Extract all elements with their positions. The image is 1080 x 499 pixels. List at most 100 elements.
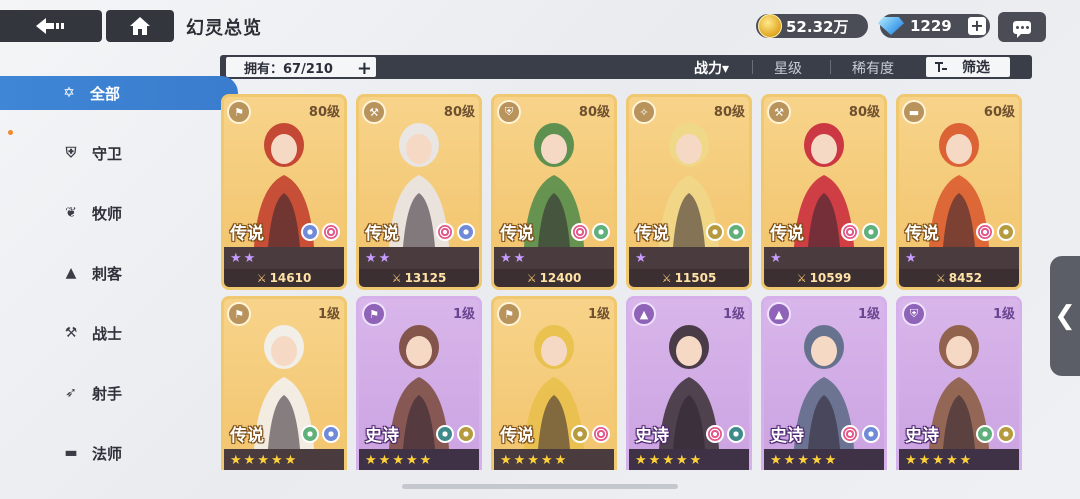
hero-card[interactable]: ⛨ 80级 传说 ★ ★ ⚔ 12400 <box>491 94 617 290</box>
sidebar-item-label: 全部 <box>90 84 121 103</box>
leaf-trait-icon <box>976 425 994 443</box>
chat-button[interactable] <box>998 12 1046 42</box>
top-bar: 幻灵总览 52.32万 1229 + <box>0 0 1080 44</box>
trait-icons <box>976 425 1015 443</box>
star-rating: ★ ★ ★ ★ ★ <box>629 449 749 470</box>
hero-card[interactable]: ⚒ 80级传说 ★ ⚔ 10599 <box>761 94 887 290</box>
star-rating: ★ <box>764 247 884 269</box>
add-gems-button[interactable]: + <box>968 17 986 35</box>
class-badge-icon: ▬ <box>902 100 926 124</box>
rarity-label: 传说 <box>500 224 534 244</box>
sort-power-tab[interactable]: 战力▾ <box>694 58 729 78</box>
combat-power-value: 14610 <box>269 271 312 285</box>
crossed-swords-icon: ⚔ <box>526 271 537 285</box>
star-icon: ★ <box>243 250 256 266</box>
star-icon: ★ <box>405 452 418 468</box>
rarity-label: 传说 <box>230 224 264 244</box>
star-icon: ★ <box>783 452 796 468</box>
sidebar-item-all[interactable]: ✡ 全部 <box>0 76 238 110</box>
filter-button[interactable]: 筛选 <box>926 57 1010 77</box>
star-icon: ★ <box>689 452 702 468</box>
hero-level: 80级 <box>443 105 475 120</box>
trait-icons <box>436 425 475 443</box>
trait-icons <box>436 223 475 241</box>
hero-card[interactable]: ⚑ 1级 传说 ★ ★ ★ ★ ★ <box>221 296 347 470</box>
star-icon: ★ <box>257 452 269 468</box>
divider <box>752 60 753 74</box>
class-badge-icon: ⚒ <box>767 100 791 124</box>
star-icon: ★ <box>675 452 688 468</box>
spiral-trait-icon <box>706 425 724 443</box>
rarity-label: 史诗 <box>365 426 399 446</box>
sidebar-item-archer[interactable]: ➶ 射手 <box>0 376 240 410</box>
trait-icons <box>841 223 880 241</box>
hero-level: 1级 <box>317 307 340 322</box>
star-rating: ★ ★ ★ ★ ★ <box>224 449 344 470</box>
star-icon: ★ <box>932 452 944 468</box>
hero-card[interactable]: ⚑ 1级 传说 ★ ★ ★ ★ ★ <box>491 296 617 470</box>
side-panel-toggle[interactable]: ❮ <box>1050 256 1080 376</box>
rarity-label: 传说 <box>500 426 534 446</box>
combat-power-value: 10599 <box>809 271 852 285</box>
assassin-icon: ▲ <box>65 265 77 281</box>
crossed-swords-icon: ⚔ <box>661 271 672 285</box>
rarity-label: 史诗 <box>770 426 804 446</box>
home-button[interactable] <box>106 10 174 42</box>
wing-trait-icon <box>997 223 1015 241</box>
hero-card[interactable]: ⛨ 1级 史诗 ★ ★ ★ ★ ★ <box>896 296 1022 470</box>
hero-card[interactable]: ▲ 1级 史诗 ★ ★ ★ ★ ★ <box>626 296 752 470</box>
hero-card[interactable]: ⚒ 80级 传说 ★ ★ ⚔ 13125 <box>356 94 482 290</box>
owned-count-box[interactable]: 拥有：67/210 + <box>226 57 376 79</box>
hero-card[interactable]: ⚑ 1级 史诗 ★ ★ ★ ★ ★ <box>356 296 482 470</box>
spiral-trait-icon <box>841 425 859 443</box>
sidebar-item-label: 守卫 <box>92 144 123 163</box>
rarity-label: 史诗 <box>635 426 669 446</box>
spiral-trait-icon <box>841 223 859 241</box>
hero-card[interactable]: ⚑ 80级 传说 ★ ★ ⚔ 14610 <box>221 94 347 290</box>
chat-bubble-icon <box>1013 20 1031 38</box>
trait-icons <box>976 223 1015 241</box>
chevron-left-icon: ❮ <box>1054 301 1076 331</box>
back-button[interactable] <box>0 10 102 42</box>
filter-label: 筛选 <box>962 60 990 76</box>
sidebar-item-label: 法师 <box>92 444 123 463</box>
sidebar-item-mage[interactable]: ▬ 法师 <box>0 436 240 470</box>
star-icon: ★ <box>419 452 432 468</box>
sort-stars-tab[interactable]: 星级 <box>774 58 802 78</box>
star-icon: ★ <box>513 452 526 468</box>
dark-trait-icon <box>727 425 745 443</box>
trait-icons <box>841 425 880 443</box>
star-rating: ★ ★ <box>224 247 344 269</box>
hero-level: 80级 <box>308 105 340 120</box>
spiral-trait-icon <box>592 425 610 443</box>
star-icon: ★ <box>378 452 391 468</box>
star-icon: ★ <box>770 250 782 266</box>
star-icon: ★ <box>635 250 647 266</box>
spiral-trait-icon <box>571 223 589 241</box>
hero-card[interactable]: ✧ 80级 传说 ★ ⚔ 11505 <box>626 94 752 290</box>
star-rating: ★ ★ ★ ★ ★ <box>764 449 884 470</box>
class-badge-icon: ⚑ <box>227 100 251 124</box>
sidebar-item-assassin[interactable]: ▲ 刺客 <box>0 256 240 290</box>
trait-icons <box>706 223 745 241</box>
sidebar-item-guard[interactable]: ⛨ 守卫 <box>0 136 240 170</box>
wing-trait-icon <box>571 425 589 443</box>
class-badge-icon: ▲ <box>632 302 656 326</box>
sidebar-item-label: 射手 <box>92 384 123 403</box>
star-rating: ★ ★ ★ ★ ★ <box>899 449 1019 470</box>
hero-card[interactable]: ▬ 60级 传说 ★ ⚔ 8452 <box>896 94 1022 290</box>
expand-plus-icon: + <box>356 58 372 79</box>
hero-level: 80级 <box>848 105 880 120</box>
sidebar-item-priest[interactable]: ❦ 牧师 <box>0 196 240 230</box>
rarity-label: 传说 <box>770 224 804 244</box>
sidebar-item-warrior[interactable]: ⚒ 战士 <box>0 316 240 350</box>
class-badge-icon: ⚑ <box>227 302 251 326</box>
star-icon: ★ <box>365 452 377 468</box>
hero-card[interactable]: ▲ 1级 史诗 ★ ★ ★ ★ ★ <box>761 296 887 470</box>
combat-power: ⚔ 10599 <box>764 269 884 287</box>
star-trait-icon <box>862 425 880 443</box>
notification-dot <box>8 130 13 135</box>
sort-rarity-tab[interactable]: 稀有度 <box>852 58 894 78</box>
hero-level: 80级 <box>578 105 610 120</box>
star-icon: ★ <box>824 452 837 468</box>
